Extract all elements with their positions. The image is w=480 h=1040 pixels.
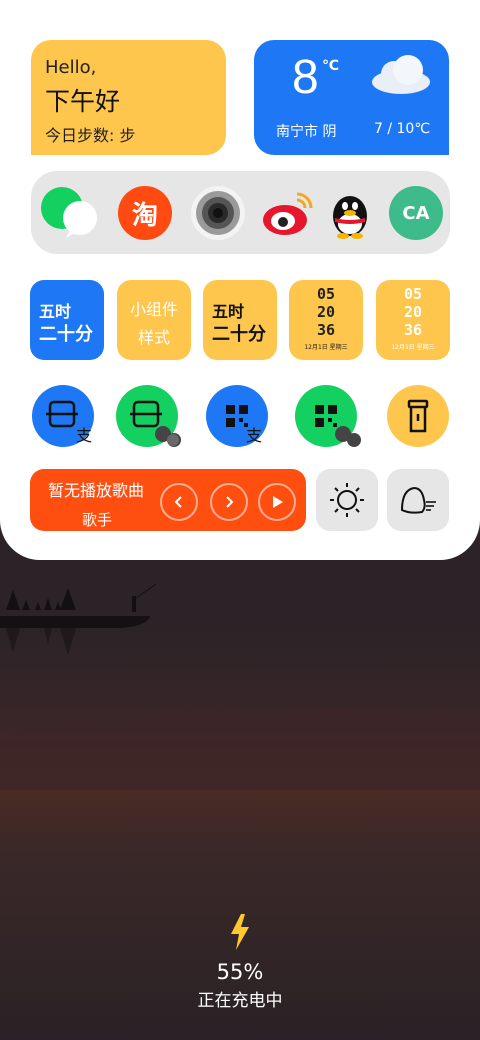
wechat-qr-icon[interactable] bbox=[295, 385, 361, 447]
music-widget[interactable]: 暂无播放歌曲 歌手 bbox=[30, 469, 306, 531]
digital-clock-tile-2[interactable]: 05 20 36 12月1日 星期三 bbox=[376, 280, 450, 360]
greeting-period: 下午好 bbox=[45, 87, 121, 116]
clock-tile-2[interactable]: 五时 二十分 bbox=[203, 280, 277, 360]
chevron-left-icon bbox=[174, 496, 182, 508]
cloud-icon bbox=[372, 55, 430, 94]
clock-tile-1[interactable]: 五时 二十分 bbox=[30, 280, 104, 360]
widget-style-line2: 样式 bbox=[137, 328, 170, 347]
charging-status: 55% 正在充电中 bbox=[0, 912, 480, 1011]
clock-ss: 36 bbox=[403, 321, 423, 339]
maps-icon[interactable]: CA bbox=[389, 186, 443, 240]
greeting-hello: Hello, bbox=[45, 57, 97, 78]
previous-button[interactable] bbox=[160, 483, 198, 521]
taobao-icon[interactable]: 淘 bbox=[118, 186, 172, 240]
widget-panel: Hello, 下午好 今日步数: 步 8 ℃ 南宁市 阴 7 / 10℃ 淘 C… bbox=[0, 0, 480, 560]
widget-style-line1: 小组件 bbox=[129, 300, 178, 319]
wechat-icon[interactable] bbox=[40, 186, 97, 240]
battery-percent: 55% bbox=[216, 960, 264, 984]
weather-unit: ℃ bbox=[322, 58, 339, 74]
flashlight-icon[interactable] bbox=[387, 385, 449, 447]
maps-label: CA bbox=[402, 202, 430, 224]
clock-ss: 36 bbox=[316, 321, 336, 339]
svg-text:支: 支 bbox=[76, 426, 92, 445]
weather-range: 7 / 10℃ bbox=[374, 121, 431, 137]
lightning-bolt-icon bbox=[231, 914, 249, 950]
song-title: 暂无播放歌曲 bbox=[48, 481, 145, 500]
digital-clock-tile-1[interactable]: 05 20 36 12月1日 星期三 bbox=[289, 280, 363, 360]
wechat-scan-icon[interactable] bbox=[116, 385, 181, 447]
next-button[interactable] bbox=[210, 483, 248, 521]
alipay-qr-icon[interactable]: 支 bbox=[206, 385, 268, 447]
charging-label: 正在充电中 bbox=[197, 991, 283, 1011]
weather-city: 南宁市 阴 bbox=[276, 124, 337, 140]
qq-icon[interactable] bbox=[323, 186, 377, 240]
camera-icon[interactable] bbox=[191, 186, 245, 240]
taobao-label: 淘 bbox=[131, 200, 158, 231]
clock-hour: 五时 bbox=[212, 302, 245, 321]
clock-mm: 20 bbox=[403, 303, 423, 321]
weather-card[interactable]: 8 ℃ 南宁市 阴 7 / 10℃ bbox=[254, 40, 449, 155]
clock-hh: 05 bbox=[316, 285, 336, 303]
steps-label: 今日步数: 步 bbox=[45, 126, 136, 145]
greeting-card[interactable]: Hello, 下午好 今日步数: 步 bbox=[31, 40, 226, 155]
clock-mm: 20 bbox=[316, 303, 336, 321]
widget-style-tile[interactable]: 小组件 样式 bbox=[117, 280, 191, 360]
weather-temp: 8 bbox=[292, 51, 319, 104]
voice-assistant-icon[interactable] bbox=[387, 469, 449, 531]
chevron-right-icon bbox=[226, 496, 234, 508]
alipay-scan-icon[interactable]: 支 bbox=[32, 385, 94, 447]
clock-date: 12月1日 星期三 bbox=[391, 344, 435, 351]
clock-date: 12月1日 星期三 bbox=[304, 344, 348, 351]
weibo-icon[interactable] bbox=[261, 186, 315, 240]
brightness-icon[interactable] bbox=[316, 469, 378, 531]
clock-hour: 五时 bbox=[39, 302, 72, 321]
svg-text:支: 支 bbox=[246, 426, 262, 445]
song-artist: 歌手 bbox=[82, 511, 113, 529]
app-dock: 淘 CA bbox=[31, 171, 450, 254]
play-button[interactable] bbox=[258, 483, 296, 521]
clock-minute: 二十分 bbox=[39, 324, 93, 345]
clock-minute: 二十分 bbox=[212, 324, 266, 345]
clock-hh: 05 bbox=[403, 285, 423, 303]
play-icon bbox=[273, 496, 283, 508]
